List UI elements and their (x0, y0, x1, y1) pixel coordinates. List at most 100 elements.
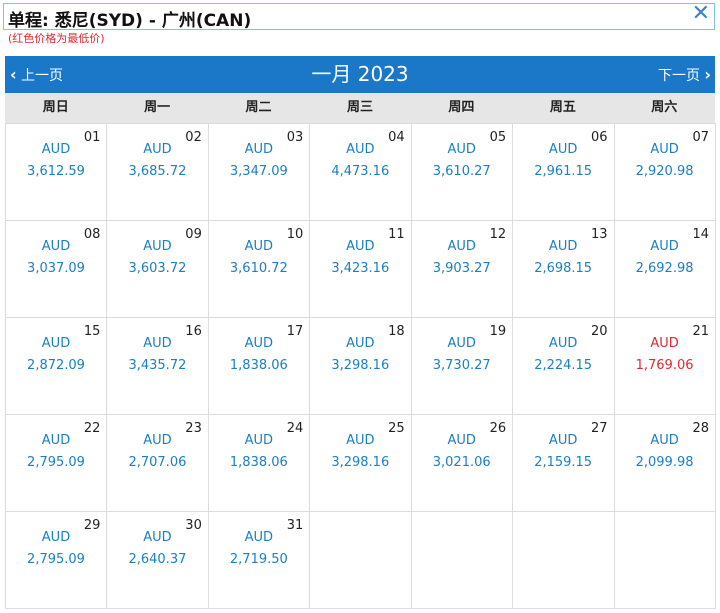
currency-label: AUD (346, 239, 375, 254)
price-value: 3,347.09 (229, 164, 288, 179)
currency-label: AUD (447, 433, 476, 448)
price-value: 2,961.15 (534, 164, 593, 179)
price-value: 2,920.98 (635, 164, 694, 179)
date-cell[interactable]: 03 AUD 3,347.09 (207, 123, 311, 221)
price-value: 2,872.09 (27, 358, 85, 373)
date-cell[interactable]: 01 AUD 3,612.59 (5, 123, 108, 221)
price-value: 2,795.09 (27, 455, 85, 470)
currency-label: AUD (244, 239, 274, 254)
currency-label: AUD (41, 433, 71, 448)
date-cell[interactable]: 14 AUD 2,692.98 (613, 220, 716, 318)
price-value: 3,298.16 (331, 455, 390, 470)
price-value: 3,037.09 (27, 261, 85, 276)
date-cell[interactable]: 06 AUD 2,961.15 (512, 123, 615, 221)
currency-label: AUD (143, 433, 172, 448)
weekday-wed: 周三 (346, 100, 373, 115)
date-cell[interactable]: 19 AUD 3,730.27 (410, 317, 514, 415)
date-cell[interactable]: 27 AUD 2,159.15 (512, 414, 615, 512)
currency-label: AUD (650, 142, 679, 157)
currency-label: AUD (143, 239, 172, 254)
date-cell[interactable]: 30 AUD 2,640.37 (106, 511, 209, 609)
currency-label: AUD (346, 336, 375, 351)
next-page-label: 下一页 (657, 68, 700, 84)
weekday-fri: 周五 (549, 100, 576, 115)
lowest-price-note: (红色价格为最低价) (8, 32, 105, 45)
date-cell[interactable]: 21 AUD 1,769.06 (613, 317, 716, 415)
date-cell[interactable]: 04 AUD 4,473.16 (309, 123, 412, 221)
weekday-sat: 周六 (651, 100, 678, 115)
currency-label: AUD (447, 142, 476, 157)
price-value: 2,719.50 (229, 552, 288, 567)
date-cell[interactable]: 24 AUD 1,838.06 (207, 414, 311, 512)
route-title-bar: 单程: 悉尼(SYD) - 广州(CAN) ✕ (3, 1, 715, 31)
date-cell[interactable]: 29 AUD 2,795.09 (5, 511, 108, 609)
empty-cell (410, 511, 514, 609)
weekday-header: 周日 周一 周二 周三 周四 周五 周六 (5, 93, 715, 123)
date-cell[interactable]: 22 AUD 2,795.09 (5, 414, 108, 512)
currency-label: AUD (143, 530, 172, 545)
currency-label: AUD (244, 336, 274, 351)
date-cell[interactable]: 05 AUD 3,610.27 (410, 123, 514, 221)
currency-label: AUD (447, 239, 476, 254)
price-value: 1,838.06 (229, 455, 288, 470)
currency-label: AUD (41, 239, 71, 254)
month-navigation: ‹ 上一页 一月 2023 下一页 › (5, 56, 715, 93)
date-cell[interactable]: 20 AUD 2,224.15 (512, 317, 615, 415)
date-cell[interactable]: 25 AUD 3,298.16 (309, 414, 412, 512)
currency-label: AUD (548, 142, 578, 157)
price-value: 2,224.15 (534, 358, 593, 373)
chevron-right-icon: › (704, 65, 711, 84)
currency-label: AUD (447, 336, 476, 351)
close-icon[interactable]: ✕ (692, 1, 710, 27)
date-cell[interactable]: 17 AUD 1,838.06 (207, 317, 311, 415)
date-cell[interactable]: 12 AUD 3,903.27 (410, 220, 514, 318)
price-value: 3,610.27 (432, 164, 491, 179)
price-value: 2,707.06 (128, 455, 187, 470)
currency-label: AUD (41, 530, 71, 545)
price-value: 3,298.16 (331, 358, 390, 373)
date-cell[interactable]: 16 AUD 3,435.72 (106, 317, 209, 415)
price-value: 2,692.98 (635, 261, 694, 276)
weekday-mon: 周一 (144, 100, 171, 115)
date-cell[interactable]: 02 AUD 3,685.72 (106, 123, 209, 221)
price-value: 3,610.72 (229, 261, 288, 276)
currency-label: AUD (548, 239, 578, 254)
currency-label: AUD (346, 142, 375, 157)
calendar-grid: 01 AUD 3,612.59 02 AUD 3,685.72 03 AUD 3,347.09 0… (5, 123, 716, 609)
date-cell[interactable]: 08 AUD 3,037.09 (5, 220, 108, 318)
weekday-sun: 周日 (42, 100, 69, 115)
date-cell[interactable]: 18 AUD 3,298.16 (309, 317, 412, 415)
date-cell[interactable]: 11 AUD 3,423.16 (309, 220, 412, 318)
date-cell[interactable]: 09 AUD 3,603.72 (106, 220, 209, 318)
price-value: 1,838.06 (229, 358, 288, 373)
currency-label: AUD (548, 336, 578, 351)
date-cell[interactable]: 26 AUD 3,021.06 (410, 414, 514, 512)
date-cell[interactable]: 28 AUD 2,099.98 (613, 414, 716, 512)
date-cell[interactable]: 07 AUD 2,920.98 (613, 123, 716, 221)
currency-label: AUD (244, 530, 274, 545)
price-value: 2,159.15 (534, 455, 593, 470)
price-value: 3,021.06 (432, 455, 491, 470)
price-value: 2,795.09 (27, 552, 85, 567)
price-value: 2,099.98 (635, 455, 694, 470)
price-value: 3,612.59 (27, 164, 85, 179)
date-cell[interactable]: 23 AUD 2,707.06 (106, 414, 209, 512)
currency-label: AUD (650, 239, 679, 254)
price-value: 1,769.06 (635, 358, 694, 373)
weekday-tue: 周二 (245, 100, 272, 115)
date-cell[interactable]: 31 AUD 2,719.50 (207, 511, 311, 609)
route-title: 单程: 悉尼(SYD) - 广州(CAN) (8, 11, 252, 31)
date-cell[interactable]: 13 AUD 2,698.15 (512, 220, 615, 318)
currency-label: AUD (548, 433, 578, 448)
next-page-button[interactable]: 下一页 › (658, 56, 711, 95)
currency-label: AUD (244, 433, 274, 448)
price-value: 3,685.72 (128, 164, 187, 179)
date-cell[interactable]: 10 AUD 3,610.72 (207, 220, 311, 318)
date-cell[interactable]: 15 AUD 2,872.09 (5, 317, 108, 415)
month-title: 一月 2023 (311, 62, 409, 86)
currency-label: AUD (346, 433, 375, 448)
price-value: 3,603.72 (128, 261, 187, 276)
empty-cell (613, 511, 716, 609)
currency-label: AUD (143, 336, 172, 351)
price-value: 3,435.72 (128, 358, 187, 373)
